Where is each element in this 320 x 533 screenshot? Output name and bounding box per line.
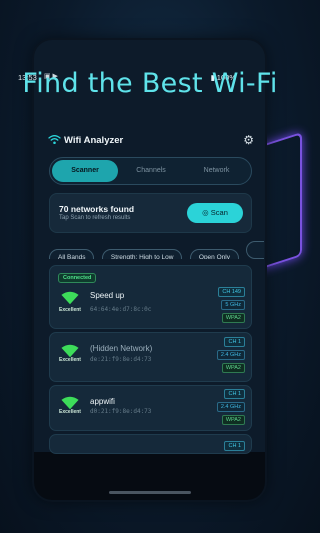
signal-strength-label: Excellent [59, 357, 81, 363]
connected-badge: Connected [58, 273, 97, 283]
wifi-signal-icon [61, 344, 79, 358]
network-mac: de:21:f9:8e:d4:73 [90, 356, 152, 363]
channel-badge: CH 1 [224, 389, 245, 399]
channel-badge: CH 1 [224, 441, 245, 451]
network-badges: CH 149 5 GHz WPA2 [213, 287, 245, 326]
filter-chip-more[interactable] [246, 241, 264, 259]
home-indicator[interactable] [109, 491, 191, 494]
security-badge: WPA2 [221, 313, 245, 323]
network-card[interactable]: Excellent (Hidden Network) de:21:f9:8e:d… [49, 332, 252, 382]
tab-channels[interactable]: Channels [118, 160, 184, 182]
network-card[interactable]: Connected Excellent Speed up 64:64:4e:d7… [49, 265, 252, 329]
app-title: Wifi Analyzer [64, 135, 124, 146]
network-mac: 64:64:4e:d7:8c:0c [90, 306, 152, 313]
scan-button-label: Scan [210, 208, 228, 217]
tab-bar: Scanner Channels Network [49, 157, 252, 185]
filter-chips: All Bands Strength: High to Low Open Onl… [49, 241, 264, 259]
network-badges: CH 1 2.4 GHz WPA2 [213, 389, 245, 428]
wifi-icon [48, 135, 61, 145]
channel-badge: CH 149 [218, 287, 245, 297]
gear-icon[interactable]: ⚙ [243, 133, 254, 147]
security-badge: WPA2 [221, 363, 245, 373]
signal-strength-label: Excellent [59, 409, 81, 415]
band-badge: 2.4 GHz [216, 402, 245, 412]
scan-icon: ◎ [202, 208, 209, 217]
network-card[interactable]: Excellent appwifi d0:21:f9:8e:d4:73 CH 1… [49, 385, 252, 431]
promo-headline: Find the Best Wi-Fi [22, 68, 278, 99]
scan-button[interactable]: ◎ Scan [187, 203, 243, 223]
network-ssid: appwifi [90, 397, 115, 406]
band-badge: 5 GHz [221, 300, 245, 310]
filter-chip-all-bands[interactable]: All Bands [49, 249, 95, 259]
network-mac: d0:21:f9:8e:d4:73 [90, 408, 152, 415]
filter-chip-sort-strength[interactable]: Strength: High to Low [101, 249, 183, 259]
scan-hint: Tap Scan to refresh results [59, 215, 131, 221]
wifi-signal-icon [61, 396, 79, 410]
networks-found-count: 70 networks found [59, 204, 135, 214]
app-bar: Wifi Analyzer ⚙ [48, 133, 254, 148]
network-card[interactable]: CH 1 [49, 434, 252, 454]
tab-network[interactable]: Network [184, 160, 249, 182]
network-badges: CH 1 [213, 441, 245, 453]
filter-chip-open-only[interactable]: Open Only [189, 249, 239, 259]
security-badge: WPA2 [221, 415, 245, 425]
network-ssid: (Hidden Network) [90, 344, 153, 353]
signal-strength-label: Excellent [59, 307, 81, 313]
network-ssid: Speed up [90, 291, 125, 300]
band-badge: 2.4 GHz [216, 350, 245, 360]
network-badges: CH 1 2.4 GHz WPA2 [213, 337, 245, 376]
channel-badge: CH 1 [224, 337, 245, 347]
scan-summary-card: 70 networks found Tap Scan to refresh re… [49, 193, 252, 233]
tab-scanner[interactable]: Scanner [52, 160, 118, 182]
wifi-signal-icon [61, 291, 79, 305]
navigation-bar [34, 452, 265, 500]
